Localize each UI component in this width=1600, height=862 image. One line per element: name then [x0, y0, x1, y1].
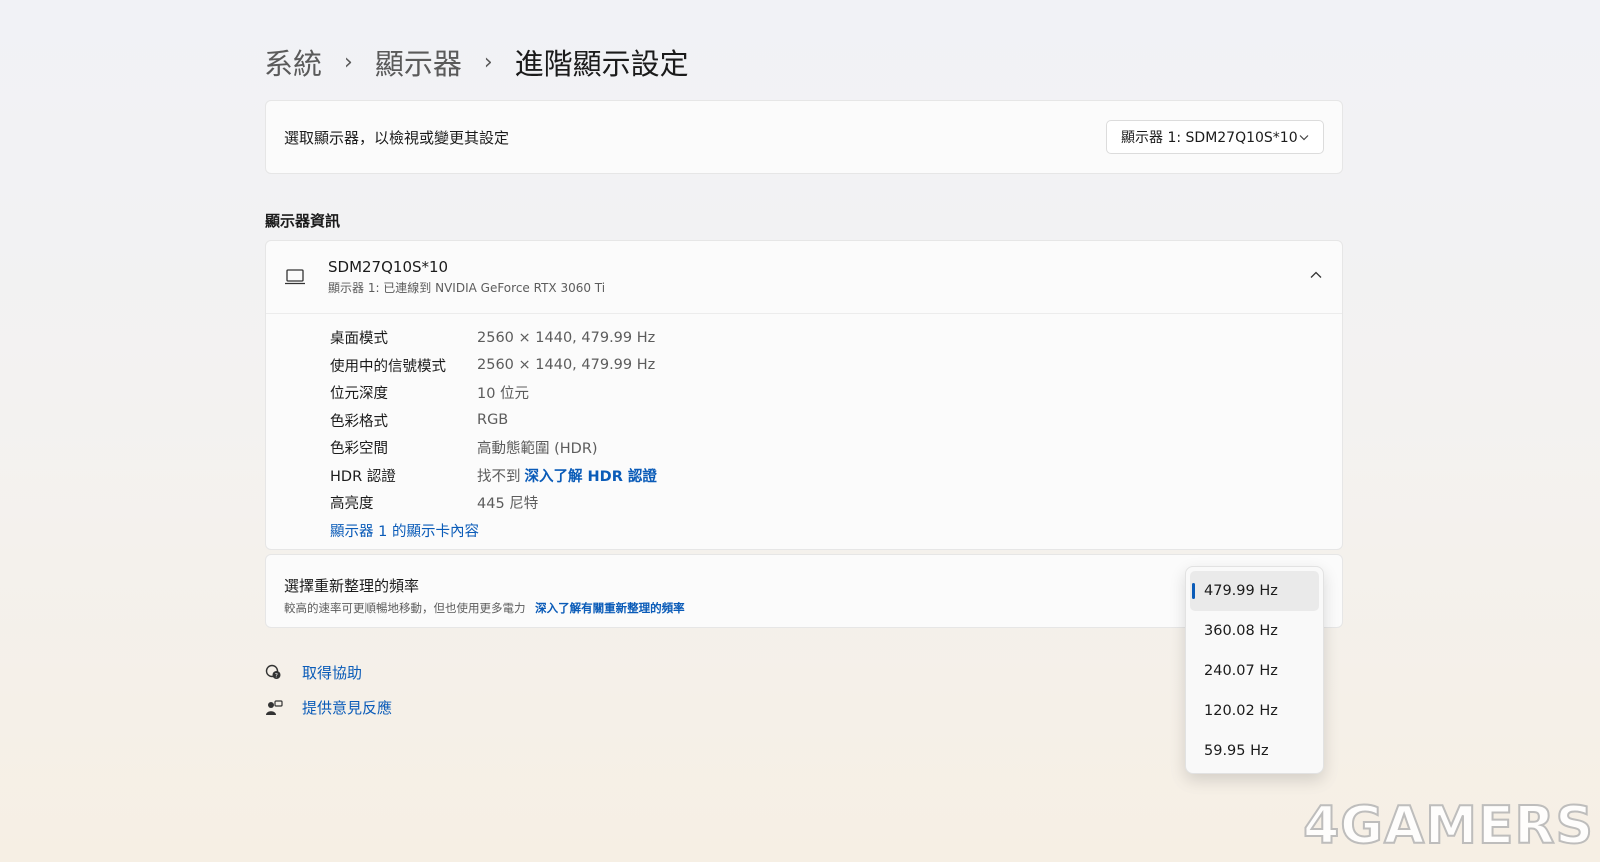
get-help-label: 取得協助 [302, 664, 363, 682]
property-value: 高動態範圍 (HDR) [477, 441, 598, 458]
display-select-dropdown[interactable]: 顯示器 1: SDM27Q10S*10 [1106, 120, 1324, 154]
select-display-label: 選取顯示器，以檢視或變更其設定 [284, 128, 510, 147]
feedback-icon [265, 699, 283, 717]
property-key: 桌面模式 [330, 331, 388, 348]
property-value: 445 尼特 [477, 496, 539, 513]
refresh-rate-option[interactable]: 240.07 Hz [1190, 651, 1319, 691]
refresh-rate-option[interactable]: 360.08 Hz [1190, 611, 1319, 651]
property-row: 使用中的信號模式 2560 × 1440, 479.99 Hz [330, 352, 1342, 380]
property-row: 色彩空間 高動態範圍 (HDR) [330, 434, 1342, 462]
breadcrumb-item-display[interactable]: 顯示器 [375, 41, 462, 83]
chevron-up-icon[interactable] [1310, 267, 1322, 283]
hdr-certification-link[interactable]: 深入了解 HDR 認證 [525, 465, 657, 486]
property-key: 使用中的信號模式 [330, 358, 446, 375]
breadcrumb-item-system[interactable]: 系統 [264, 41, 322, 83]
section-title: 顯示器資訊 [265, 212, 341, 230]
svg-text:?: ? [275, 672, 278, 679]
property-value: 2560 × 1440, 479.99 Hz [477, 329, 656, 346]
property-key: 色彩格式 [330, 413, 388, 430]
display-select-value: 顯示器 1: SDM27Q10S*10 [1121, 130, 1298, 146]
display-info-header[interactable]: SDM27Q10S*10 顯示器 1: 已連線到 NVIDIA GeForce … [266, 241, 1342, 314]
page-title: 進階顯示設定 [514, 47, 689, 81]
adapter-properties-link[interactable]: 顯示器 1 的顯示卡內容 [330, 520, 479, 541]
display-name: SDM27Q10S*10 [328, 258, 449, 276]
property-row: 顯示器 1 的顯示卡內容 [330, 517, 1342, 545]
property-key: 位元深度 [330, 386, 388, 403]
select-display-card: 選取顯示器，以檢視或變更其設定 顯示器 1: SDM27Q10S*10 [265, 100, 1343, 174]
property-value: 10 位元 [477, 386, 530, 403]
get-help-link[interactable]: ? 取得協助 [265, 662, 362, 683]
refresh-rate-dropdown[interactable]: 479.99 Hz 360.08 Hz 240.07 Hz 120.02 Hz … [1185, 566, 1324, 774]
property-key: 高亮度 [330, 496, 374, 513]
property-key: 色彩空間 [330, 441, 388, 458]
refresh-rate-learn-more-link[interactable]: 深入了解有關重新整理的頻率 [535, 601, 685, 615]
refresh-rate-card: 選擇重新整理的頻率 較高的速率可更順暢地移動，但也使用更多電力 深入了解有關重新… [265, 554, 1343, 628]
feedback-label: 提供意見反應 [302, 699, 393, 717]
refresh-rate-option[interactable]: 120.02 Hz [1190, 691, 1319, 731]
property-value: 2560 × 1440, 479.99 Hz [477, 357, 656, 374]
property-row: 高亮度 445 尼特 [330, 489, 1342, 517]
help-chat-icon: ? [265, 664, 283, 682]
refresh-rate-description: 較高的速率可更順暢地移動，但也使用更多電力 [284, 601, 526, 615]
display-info-card: SDM27Q10S*10 顯示器 1: 已連線到 NVIDIA GeForce … [265, 240, 1343, 550]
property-row: HDR 認證 找不到 深入了解 HDR 認證 [330, 462, 1342, 490]
chevron-right-icon: › [483, 49, 493, 75]
refresh-rate-title: 選擇重新整理的頻率 [284, 577, 420, 595]
property-row: 色彩格式 RGB [330, 407, 1342, 435]
display-subtitle: 顯示器 1: 已連線到 NVIDIA GeForce RTX 3060 Ti [328, 281, 606, 295]
property-value: RGB [477, 412, 509, 429]
watermark-logo: 4GAMERS [1302, 795, 1594, 857]
display-properties: 桌面模式 2560 × 1440, 479.99 Hz 使用中的信號模式 256… [266, 314, 1342, 544]
property-key: HDR 認證 [330, 468, 396, 485]
refresh-rate-option[interactable]: 479.99 Hz [1190, 571, 1319, 611]
monitor-icon [284, 268, 306, 286]
chevron-right-icon: › [344, 49, 353, 75]
property-row: 位元深度 10 位元 [330, 379, 1342, 407]
refresh-rate-option[interactable]: 59.95 Hz [1190, 731, 1319, 771]
property-row: 桌面模式 2560 × 1440, 479.99 Hz [330, 324, 1342, 352]
property-value: 找不到 [477, 468, 521, 485]
breadcrumb: 系統 › 顯示器 › 進階顯示設定 [264, 38, 689, 86]
chevron-down-icon [1299, 130, 1309, 144]
feedback-link[interactable]: 提供意見反應 [265, 697, 392, 718]
refresh-rate-description-row: 較高的速率可更順暢地移動，但也使用更多電力 深入了解有關重新整理的頻率 [284, 600, 1324, 616]
